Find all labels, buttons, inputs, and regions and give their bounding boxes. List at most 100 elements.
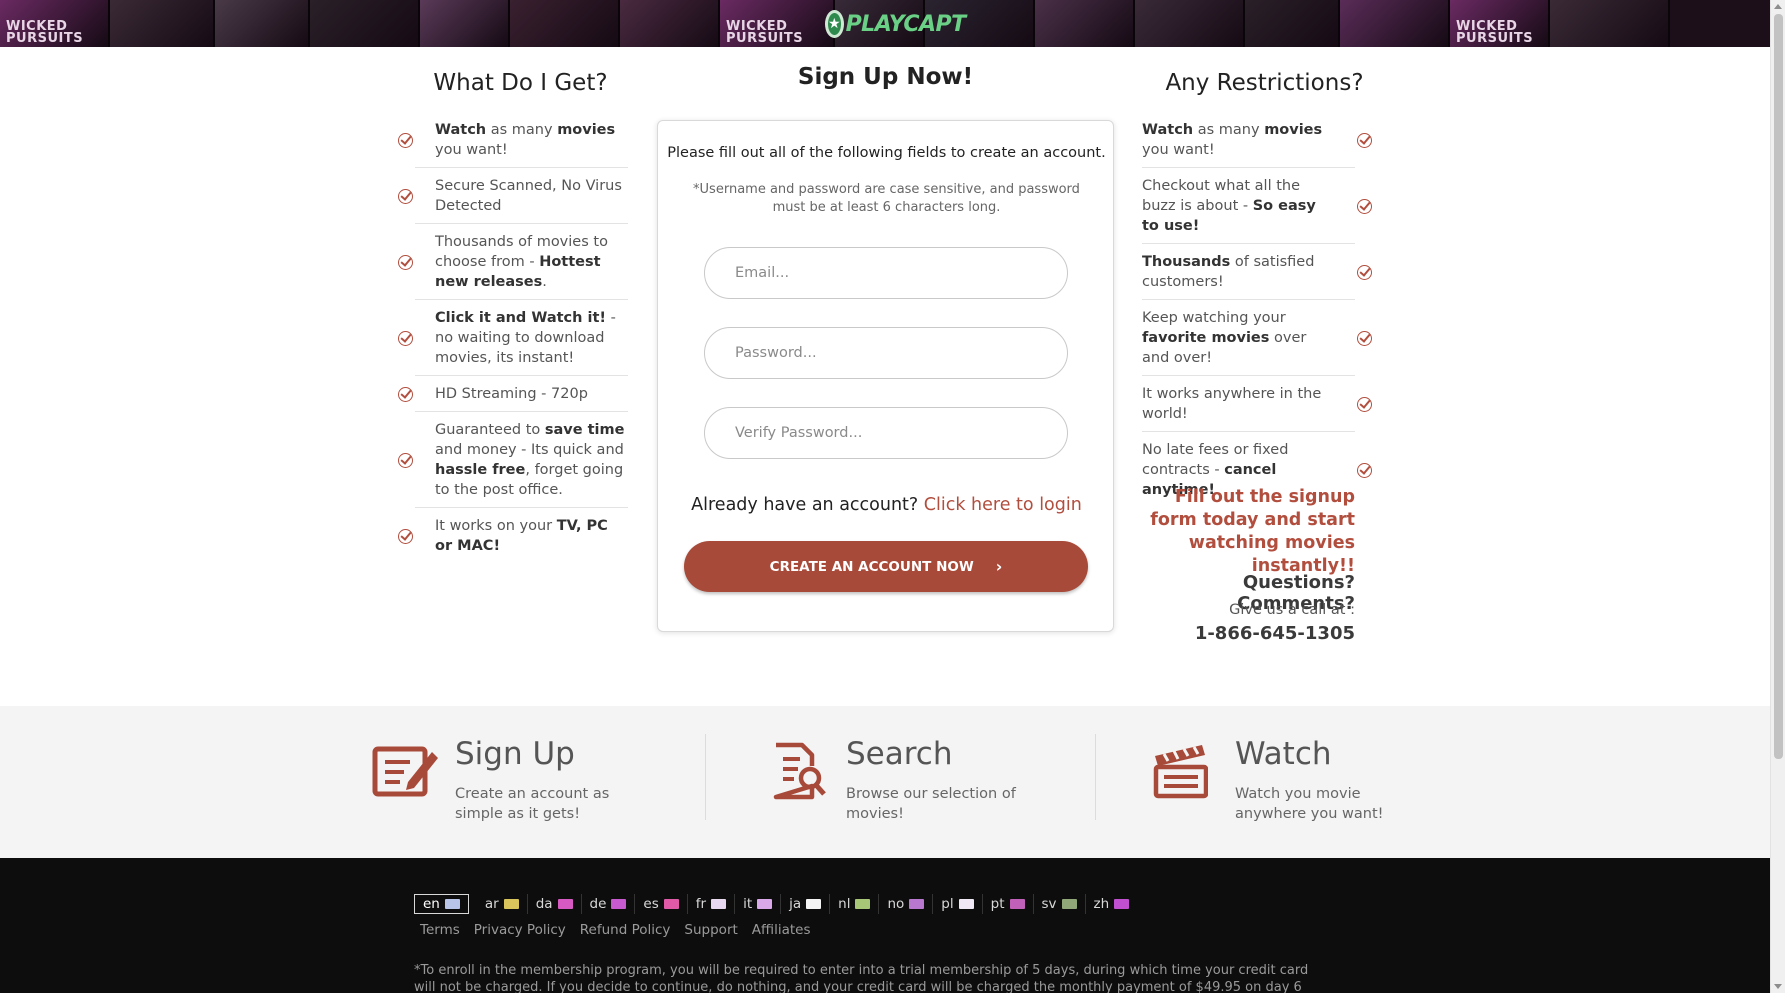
emphasis-text: save time xyxy=(544,422,625,438)
site-logo[interactable]: ★ PLAYCAPT xyxy=(825,8,966,40)
scroll-up-arrow-icon[interactable] xyxy=(1774,4,1782,9)
create-account-label: CREATE AN ACCOUNT NOW xyxy=(769,558,974,575)
check-circle-icon xyxy=(1357,396,1372,412)
footer-link[interactable]: Support xyxy=(684,922,737,938)
phone-number[interactable]: 1-866-645-1305 xyxy=(1130,623,1355,644)
form-note: *Username and password are case sensitiv… xyxy=(693,182,1080,215)
logo-badge-icon: ★ xyxy=(825,10,844,38)
flag-icon xyxy=(1061,899,1077,909)
body-text: HD Streaming - 720p xyxy=(435,386,588,402)
language-option-pl[interactable]: pl xyxy=(933,894,983,914)
language-option-en[interactable]: en xyxy=(414,894,469,914)
check-circle-icon xyxy=(1357,462,1372,478)
signup-form-icon xyxy=(372,746,438,797)
movie-poster xyxy=(215,0,310,47)
language-option-no[interactable]: no xyxy=(879,894,934,914)
language-code: ja xyxy=(789,896,802,912)
language-option-ar[interactable]: ar xyxy=(477,894,528,914)
footer-link[interactable]: Affiliates xyxy=(752,922,811,938)
body-text: and money - Its quick and xyxy=(435,442,624,458)
movie-poster xyxy=(1135,0,1245,47)
language-code: pt xyxy=(990,896,1005,912)
steps-section: Sign Up Create an account as simple as i… xyxy=(0,706,1770,858)
chevron-right-icon: › xyxy=(995,557,1003,576)
language-option-es[interactable]: es xyxy=(635,894,688,914)
list-item: Click it and Watch it! - no waiting to d… xyxy=(398,300,628,376)
step-watch-desc: Watch you movie anywhere you want! xyxy=(1235,786,1384,822)
scroll-down-arrow-icon[interactable] xyxy=(1774,984,1782,989)
body-text: as many xyxy=(1193,122,1265,138)
login-prompt: Already have an account? xyxy=(691,495,919,515)
movie-poster xyxy=(310,0,420,47)
language-option-nl[interactable]: nl xyxy=(830,894,880,914)
emphasis-text: Watch xyxy=(1142,122,1194,138)
movie-poster: WICKED PURSUITS xyxy=(1450,0,1550,47)
email-field[interactable] xyxy=(704,247,1068,299)
check-circle-icon xyxy=(1357,132,1372,148)
body-text: Keep watching your xyxy=(1142,310,1286,326)
footer-link[interactable]: Terms xyxy=(420,922,460,938)
language-option-sv[interactable]: sv xyxy=(1034,894,1086,914)
check-circle-icon xyxy=(398,254,413,270)
body-text: It works on your xyxy=(435,518,557,534)
footer-link[interactable]: Refund Policy xyxy=(580,922,671,938)
list-item: Watch as many movies you want! xyxy=(398,112,628,168)
vertical-scrollbar[interactable] xyxy=(1770,0,1785,993)
body-text: It works anywhere in the world! xyxy=(1142,386,1322,422)
flag-icon xyxy=(557,899,573,909)
movie-poster xyxy=(1245,0,1340,47)
scrollbar-thumb[interactable] xyxy=(1774,14,1783,759)
list-item: It works anywhere in the world! xyxy=(1142,376,1372,432)
movie-poster xyxy=(1340,0,1450,47)
footer: en ar da de es fr it ja nl no pl pt sv zh Terms Privac… xyxy=(0,858,1770,993)
language-option-fr[interactable]: fr xyxy=(688,894,736,914)
body-text: . xyxy=(542,274,547,290)
step-search: Search Browse our selection of movies! xyxy=(772,736,1072,826)
list-item: HD Streaming - 720p xyxy=(398,376,628,412)
check-circle-icon xyxy=(398,330,413,346)
emphasis-text: movies xyxy=(1264,122,1323,138)
check-circle-icon xyxy=(398,386,413,402)
list-item: Guaranteed to save time and money - Its … xyxy=(398,412,628,508)
language-option-zh[interactable]: zh xyxy=(1086,894,1138,914)
list-item: Watch as many movies you want! xyxy=(1142,112,1372,168)
language-code: no xyxy=(887,896,905,912)
movie-poster xyxy=(110,0,215,47)
left-column-title: What Do I Get? xyxy=(433,70,608,96)
language-option-pt[interactable]: pt xyxy=(983,894,1034,914)
signup-form: Please fill out all of the following fie… xyxy=(657,120,1114,632)
flag-icon xyxy=(611,899,627,909)
list-item-text: Checkout what all the buzz is about - So… xyxy=(1142,176,1332,236)
create-account-button[interactable]: CREATE AN ACCOUNT NOW › xyxy=(684,541,1088,592)
logo-text: PLAYCAPT xyxy=(845,11,967,37)
language-option-de[interactable]: de xyxy=(582,894,636,914)
language-option-it[interactable]: it xyxy=(735,894,782,914)
flag-icon xyxy=(958,899,974,909)
step-signup: Sign Up Create an account as simple as i… xyxy=(372,736,682,826)
emphasis-text: Watch xyxy=(435,122,487,138)
list-item-text: Watch as many movies you want! xyxy=(1142,120,1332,160)
language-code: ar xyxy=(484,896,499,912)
language-code: it xyxy=(743,896,753,912)
restrictions-list: Watch as many movies you want! Checkout w… xyxy=(1142,112,1372,508)
language-code: pl xyxy=(941,896,954,912)
emphasis-text: hassle free xyxy=(435,462,526,478)
flag-icon xyxy=(1114,899,1130,909)
footer-link[interactable]: Privacy Policy xyxy=(474,922,566,938)
password-field[interactable] xyxy=(704,327,1068,379)
list-item: It works on your TV, PC or MAC! xyxy=(398,508,628,564)
benefits-list: Watch as many movies you want! Secure Sca… xyxy=(398,112,628,564)
login-link[interactable]: Click here to login xyxy=(924,495,1082,515)
membership-disclaimer: *To enroll in the membership program, yo… xyxy=(414,963,1309,993)
language-option-ja[interactable]: ja xyxy=(781,894,831,914)
language-option-da[interactable]: da xyxy=(528,894,582,914)
movie-poster: WICKED PURSUITS xyxy=(720,0,835,47)
footer-links: Terms Privacy Policy Refund Policy Support A… xyxy=(420,922,825,938)
verify-password-field[interactable] xyxy=(704,407,1068,459)
step-search-desc: Browse our selection of movies! xyxy=(846,786,1016,822)
signup-title: Sign Up Now! xyxy=(797,64,974,90)
step-divider xyxy=(705,734,706,820)
body-text: you want! xyxy=(1142,142,1215,158)
poster-title: WICKED PURSUITS xyxy=(726,19,804,46)
language-code: fr xyxy=(695,896,707,912)
